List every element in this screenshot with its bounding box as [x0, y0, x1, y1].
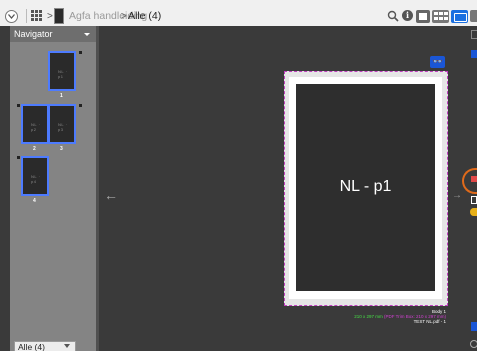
warning-icon[interactable]	[471, 176, 477, 182]
page-number: 4	[33, 198, 36, 204]
page-size-text: 210 x 297 mm	[354, 314, 383, 319]
circle-chevron-down-icon[interactable]	[5, 10, 18, 23]
add-icon[interactable]	[470, 340, 477, 348]
breadcrumb-separator: >	[121, 11, 127, 22]
document-thumbnail-icon	[54, 8, 64, 24]
top-toolbar: > Agfa handleiding > Alle (4) i	[0, 0, 477, 26]
glasses-icon[interactable]: 👓	[430, 56, 445, 68]
next-page-arrow[interactable]: →	[452, 191, 462, 201]
chevron-down-icon	[64, 344, 70, 348]
panel-tab-icon[interactable]	[471, 30, 477, 39]
panel-tab-icon[interactable]	[471, 50, 477, 58]
spread-marker	[17, 156, 20, 159]
navigator-header[interactable]: Navigator	[10, 26, 97, 42]
page-bleed: NL - p1	[289, 77, 442, 299]
toolbar-divider	[26, 9, 27, 23]
chevron-down-icon[interactable]	[84, 33, 90, 36]
page-number: 1	[60, 93, 63, 99]
breadcrumb-separator: >	[47, 11, 53, 22]
search-icon[interactable]	[387, 10, 399, 22]
previous-page-arrow[interactable]: ←	[104, 188, 118, 202]
page-canvas[interactable]: NL - p1	[284, 71, 448, 306]
page-info-file: TEST NL.pdf - 1	[413, 319, 446, 324]
thumbnail-view-button[interactable]	[432, 10, 449, 23]
page-thumbnail[interactable]: NL · p2	[21, 104, 49, 144]
navigator-title: Navigator	[14, 29, 53, 39]
panel-splitter[interactable]	[96, 26, 99, 351]
single-page-view-button[interactable]	[416, 10, 430, 23]
spread-marker	[79, 104, 82, 107]
page-text: NL - p1	[339, 178, 392, 195]
spread-marker	[79, 51, 82, 54]
page-content-area: NL - p1	[296, 84, 435, 291]
page-thumbnail[interactable]: NL · p1	[48, 51, 76, 91]
gear-icon[interactable]	[470, 10, 477, 22]
spread-marker	[17, 104, 20, 107]
spread-view-button[interactable]	[451, 10, 468, 23]
breadcrumb-current: Alle (4)	[128, 10, 162, 22]
page-number: 2	[33, 146, 36, 152]
page-thumbnail[interactable]: NL · p3	[48, 104, 76, 144]
document-icon[interactable]	[471, 196, 477, 204]
page-filter-value: Alle (4)	[18, 342, 45, 351]
page-filter-select[interactable]: Alle (4)	[14, 341, 76, 351]
page-thumbnail[interactable]: NL · p4	[21, 156, 49, 196]
badge-icon[interactable]	[470, 208, 477, 216]
grid-icon[interactable]	[31, 10, 44, 23]
info-icon[interactable]: i	[402, 10, 413, 21]
page-number: 3	[60, 146, 63, 152]
panel-tab-icon[interactable]	[471, 322, 477, 331]
